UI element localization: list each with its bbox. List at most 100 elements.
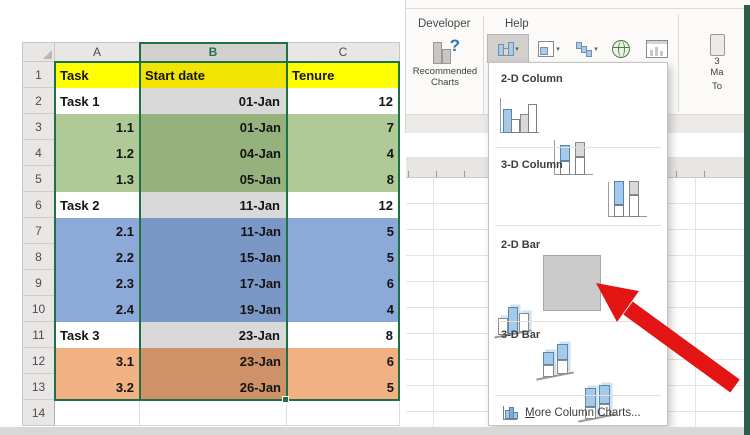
cell-A12[interactable]: 3.1 <box>55 348 140 374</box>
3d-stacked-column-icon[interactable] <box>535 343 575 385</box>
section-divider <box>495 321 661 322</box>
cell-B5[interactable]: 05-Jan <box>140 166 287 192</box>
cell-B14[interactable] <box>140 400 287 426</box>
cell-B1[interactable]: Start date <box>140 62 287 88</box>
cell-C3[interactable]: 7 <box>287 114 400 140</box>
cell-A4[interactable]: 1.2 <box>55 140 140 166</box>
more-column-charts-item[interactable]: More Column Charts... <box>489 399 667 426</box>
cell-C2[interactable]: 12 <box>287 88 400 114</box>
cell-A5[interactable]: 1.3 <box>55 166 140 192</box>
stacked-bar-highlight <box>543 255 601 311</box>
cell-B7[interactable]: 11-Jan <box>140 218 287 244</box>
cell-A10[interactable]: 2.4 <box>55 296 140 322</box>
cell-B13[interactable]: 26-Jan <box>140 374 287 400</box>
cell-C1[interactable]: Tenure <box>287 62 400 88</box>
row-header-5[interactable]: 5 <box>22 166 55 192</box>
cell-B2[interactable]: 01-Jan <box>140 88 287 114</box>
100pct-stacked-column-icon[interactable] <box>605 179 649 221</box>
insert-waterfall-chart-button[interactable]: ▾ <box>569 34 605 63</box>
ribbon-group-separator <box>678 14 679 112</box>
cell-B11[interactable]: 23-Jan <box>140 322 287 348</box>
cell-C4[interactable]: 4 <box>287 140 400 166</box>
section-title-2d-bar: 2-D Bar <box>501 239 541 251</box>
section-divider <box>495 147 661 148</box>
more-charts-icon <box>503 405 518 420</box>
insert-map-chart-button[interactable] <box>606 34 636 63</box>
right-edge-bar <box>744 5 750 435</box>
row-header-9[interactable]: 9 <box>22 270 55 296</box>
cell-A1[interactable]: Task <box>55 62 140 88</box>
cell-C12[interactable]: 6 <box>287 348 400 374</box>
waterfall-chart-icon <box>576 41 593 57</box>
cell-C14[interactable] <box>287 400 400 426</box>
cell-A7[interactable]: 2.1 <box>55 218 140 244</box>
recommended-charts-button[interactable]: ? Recommended Charts <box>410 36 480 112</box>
chart-type-dropdown-menu: 2-D Column 3-D Column 2-D Bar 3-D Bar Mo… <box>488 62 668 435</box>
column-tick <box>408 171 409 177</box>
three-d-map-icon <box>709 34 725 56</box>
cell-B4[interactable]: 04-Jan <box>140 140 287 166</box>
cell-A3[interactable]: 1.1 <box>55 114 140 140</box>
dropdown-caret-icon: ▾ <box>556 45 560 53</box>
select-all-corner[interactable] <box>22 42 55 62</box>
clustered-column-icon[interactable] <box>497 95 541 137</box>
dropdown-caret-icon: ▾ <box>594 45 598 53</box>
three-d-map-button[interactable]: 3 Ma To <box>693 34 741 114</box>
cell-A2[interactable]: Task 1 <box>55 88 140 114</box>
row-header-1[interactable]: 1 <box>22 62 55 88</box>
excel-window: A B C 1 2 3 4 5 6 7 8 9 10 11 12 13 14 Task Start date… <box>0 0 750 435</box>
column-header-a[interactable]: A <box>55 42 140 62</box>
cell-B12[interactable]: 23-Jan <box>140 348 287 374</box>
row-header-8[interactable]: 8 <box>22 244 55 270</box>
row-header-4[interactable]: 4 <box>22 140 55 166</box>
cell-A14[interactable] <box>55 400 140 426</box>
stacked-column-icon[interactable] <box>551 137 595 179</box>
cell-A9[interactable]: 2.3 <box>55 270 140 296</box>
cell-C11[interactable]: 8 <box>287 322 400 348</box>
column-header-c[interactable]: C <box>287 42 400 62</box>
cell-B9[interactable]: 17-Jan <box>140 270 287 296</box>
column-header-b[interactable]: B <box>140 42 287 62</box>
row-header-11[interactable]: 11 <box>22 322 55 348</box>
dropdown-caret-icon: ▾ <box>515 45 519 53</box>
cell-C7[interactable]: 5 <box>287 218 400 244</box>
cell-B10[interactable]: 19-Jan <box>140 296 287 322</box>
row-header-7[interactable]: 7 <box>22 218 55 244</box>
cell-B6[interactable]: 11-Jan <box>140 192 287 218</box>
cell-C5[interactable]: 8 <box>287 166 400 192</box>
cell-C9[interactable]: 6 <box>287 270 400 296</box>
row-header-3[interactable]: 3 <box>22 114 55 140</box>
row-header-13[interactable]: 13 <box>22 374 55 400</box>
ribbon-group-separator <box>483 16 484 114</box>
section-title-2d-column: 2-D Column <box>501 73 563 85</box>
column-tick <box>704 171 705 177</box>
column-tick <box>436 171 437 177</box>
row-header-6[interactable]: 6 <box>22 192 55 218</box>
gridline <box>433 178 434 427</box>
cell-B3[interactable]: 01-Jan <box>140 114 287 140</box>
row-header-10[interactable]: 10 <box>22 296 55 322</box>
insert-pivotchart-button[interactable] <box>641 34 673 63</box>
cell-C13[interactable]: 5 <box>287 374 400 400</box>
row-header-2[interactable]: 2 <box>22 88 55 114</box>
insert-hierarchy-chart-button[interactable]: ▾ <box>531 34 567 63</box>
insert-column-or-bar-chart-button[interactable]: ▾ <box>487 34 529 63</box>
cell-C10[interactable]: 4 <box>287 296 400 322</box>
select-all-triangle-icon <box>43 50 52 59</box>
cell-A13[interactable]: 3.2 <box>55 374 140 400</box>
ribbon-divider <box>405 8 750 9</box>
recommended-charts-icon: ? <box>430 36 460 66</box>
row-header-12[interactable]: 12 <box>22 348 55 374</box>
cell-C6[interactable]: 12 <box>287 192 400 218</box>
bottom-strip <box>0 427 750 435</box>
cell-A6[interactable]: Task 2 <box>55 192 140 218</box>
globe-icon <box>612 39 630 58</box>
cell-C8[interactable]: 5 <box>287 244 400 270</box>
hierarchy-chart-icon <box>538 40 555 57</box>
row-header-14[interactable]: 14 <box>22 400 55 426</box>
tab-developer[interactable]: Developer <box>418 15 470 33</box>
cell-A11[interactable]: Task 3 <box>55 322 140 348</box>
tab-help[interactable]: Help <box>505 15 529 33</box>
cell-A8[interactable]: 2.2 <box>55 244 140 270</box>
cell-B8[interactable]: 15-Jan <box>140 244 287 270</box>
